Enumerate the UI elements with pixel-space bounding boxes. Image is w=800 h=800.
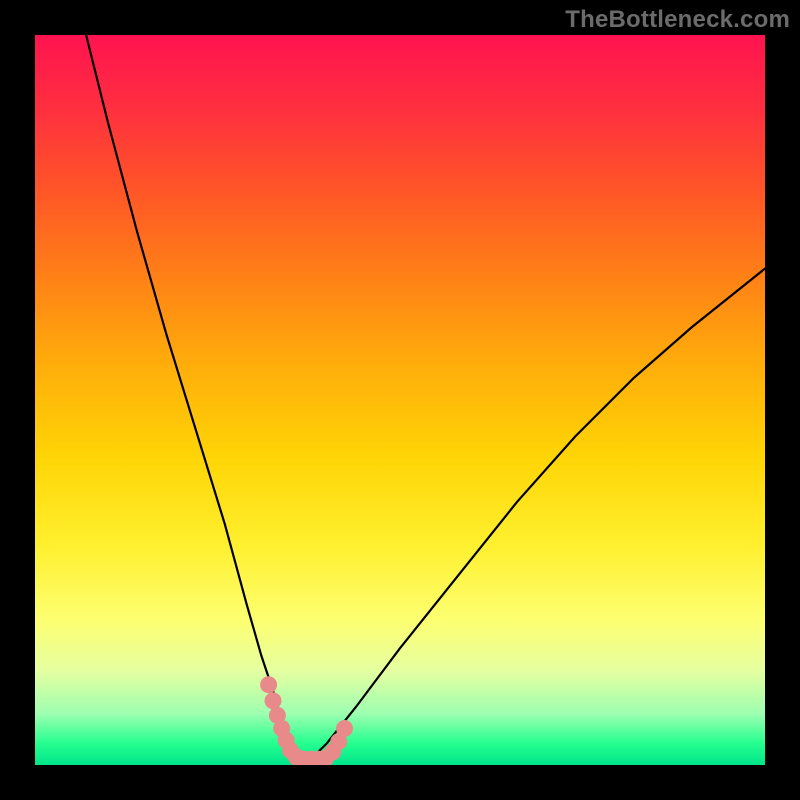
outer-frame: TheBottleneck.com — [0, 0, 800, 800]
marker-dot — [336, 720, 353, 737]
bottleneck-curve — [86, 35, 765, 761]
watermark-text: TheBottleneck.com — [565, 6, 790, 34]
marker-dots — [260, 676, 353, 765]
chart-svg — [35, 35, 765, 765]
plot-area — [35, 35, 765, 765]
marker-dot — [260, 676, 277, 693]
marker-dot — [265, 692, 282, 709]
